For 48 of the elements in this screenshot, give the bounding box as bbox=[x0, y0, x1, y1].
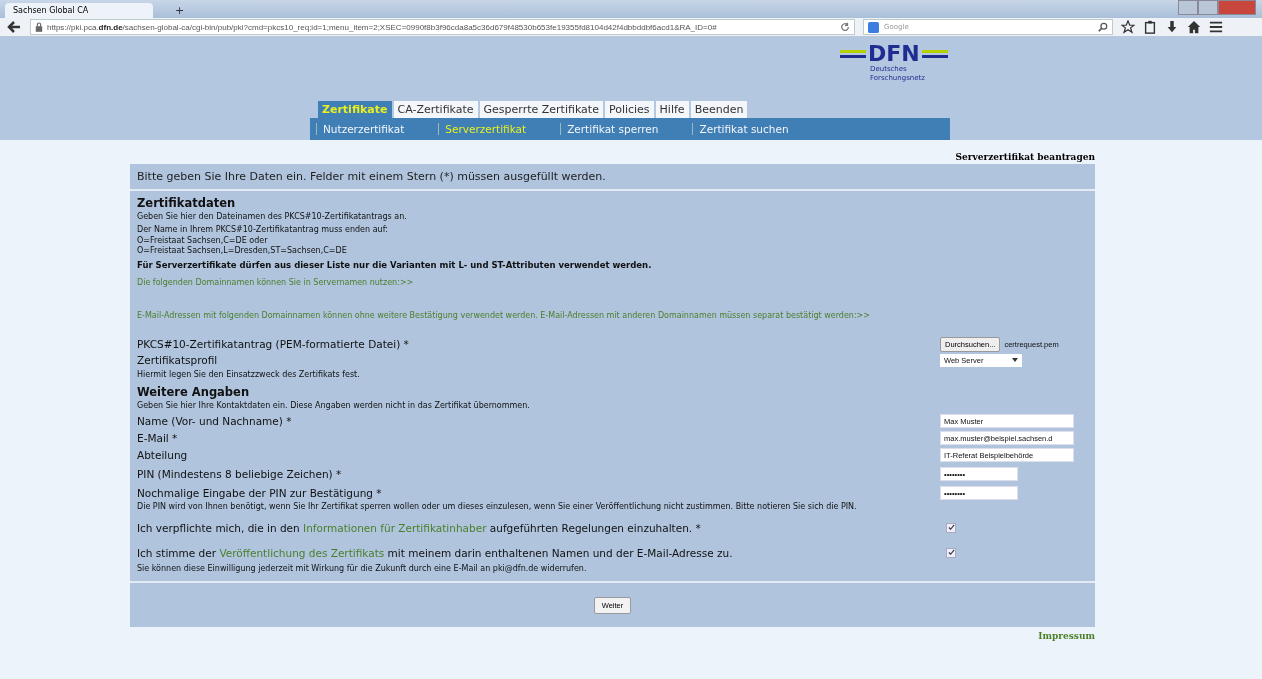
help-text: Sie können diese Einwilligung jederzeit mit Wirkung für die Zukunft durch eine E-Mail an pki@dfn.de widerrufen. bbox=[137, 563, 588, 575]
address-bar[interactable]: https://pki.pca.dfn.de/sachsen-global-ca/cgi-bin/pub/pki?cmd=pkcs10_req;id=1;menu_item=2;XSEC=0990f8b3f96cda8a5c36d679f48530b653fe19355fd8104d42f4dbbddbf6acd1&RA_ID=0# bbox=[30, 19, 855, 35]
help-text: Die PIN wird von Ihnen benötigt, wenn Sie Ihr Zertifikat sperren wollen oder um dieses einzulesen, wenn Sie einer Veröffentlichung nicht zustimmen. Bitte notieren Sie sich die PIN. bbox=[137, 501, 858, 512]
submenu-tab[interactable]: Serverzertifikat bbox=[438, 123, 555, 135]
field-label: PIN (Mindestens 8 beliebige Zeichen) * bbox=[137, 467, 343, 480]
nav-tab[interactable]: Beenden bbox=[690, 101, 748, 118]
submenu-tab[interactable]: Zertifikat suchen bbox=[692, 123, 817, 135]
imprint-link[interactable]: Impressum bbox=[1038, 631, 1095, 641]
search-icon[interactable] bbox=[1098, 22, 1108, 32]
new-tab-button[interactable]: + bbox=[175, 3, 185, 18]
menu-icon[interactable] bbox=[1209, 20, 1223, 34]
checkbox[interactable] bbox=[946, 547, 956, 558]
field-label: Nochmalige Eingabe der PIN zur Bestätigung * bbox=[137, 486, 383, 499]
home-icon[interactable] bbox=[1187, 20, 1201, 34]
submenu-tab[interactable]: Nutzerzertifikat bbox=[316, 123, 433, 135]
nav-tab[interactable]: CA-Zertifikate bbox=[393, 101, 478, 118]
star-icon[interactable] bbox=[1121, 20, 1135, 34]
nav-tab[interactable]: Policies bbox=[604, 101, 654, 118]
nav-tab[interactable]: Hilfe bbox=[655, 101, 689, 118]
help-text: O=Freistaat Sachsen,L=Dresden,ST=Sachsen,C=DE bbox=[137, 246, 348, 256]
search-engine-icon bbox=[868, 21, 879, 33]
field-label: Zertifikatsprofil bbox=[137, 354, 219, 366]
browser-tab[interactable]: Sachsen Global CA bbox=[5, 3, 153, 18]
section-heading: Zertifikatdaten bbox=[137, 196, 237, 210]
caret-icon bbox=[1012, 358, 1018, 362]
intro-bar: Bitte geben Sie Ihre Daten ein. Felder mit einem Stern (*) müssen ausgefüllt werden. bbox=[130, 164, 1095, 191]
reload-icon[interactable] bbox=[840, 22, 850, 32]
consent-text: Ich stimme der Veröffentlichung des Zertifikats mit meinem darin enthaltenen Namen und der E-Mail-Adresse zu. bbox=[137, 546, 734, 559]
notice-text: Für Serverzertifikate dürfen aus dieser Liste nur die Varianten mit L- und ST-Attributen verwendet werden. bbox=[137, 260, 653, 270]
checkbox[interactable] bbox=[946, 522, 956, 533]
field-label: PKCS#10-Zertifikatantrag (PEM-formatierte Datei) * bbox=[137, 338, 410, 350]
help-text: Geben Sie hier Ihre Kontaktdaten ein. Diese Angaben werden nicht in das Zertifikat übernommen. bbox=[137, 400, 531, 412]
help-text: Der Name in Ihrem PKCS#10-Zertifikatantrag muss enden auf: bbox=[137, 224, 389, 236]
field-label: Name (Vor- und Nachname) * bbox=[137, 414, 293, 427]
section-heading: Weitere Angaben bbox=[137, 385, 251, 399]
field-label: E-Mail * bbox=[137, 431, 179, 444]
page-title: Serverzertifikat beantragen bbox=[955, 152, 1095, 162]
nav-tab[interactable]: Gesperrte Zertifikate bbox=[479, 101, 603, 118]
submenu-tab[interactable]: Zertifikat sperren bbox=[560, 123, 687, 135]
help-text: Hiermit legen Sie den Einsatzzweck des Zertifikats fest. bbox=[137, 369, 361, 381]
back-icon[interactable] bbox=[6, 19, 22, 35]
consent-text: Ich verpflichte mich, die in den Informationen für Zertifikatinhaber aufgeführten Regelungen einzuhalten. * bbox=[137, 521, 702, 534]
clipboard-icon[interactable] bbox=[1143, 20, 1157, 34]
help-text: Geben Sie hier den Dateinamen des PKCS#10-Zertifikatantrags an. bbox=[137, 211, 408, 223]
field-label: Abteilung bbox=[137, 448, 189, 461]
lock-icon bbox=[35, 22, 43, 32]
download-icon[interactable] bbox=[1165, 20, 1179, 34]
help-text: O=Freistaat Sachsen,C=DE oder bbox=[137, 236, 269, 246]
